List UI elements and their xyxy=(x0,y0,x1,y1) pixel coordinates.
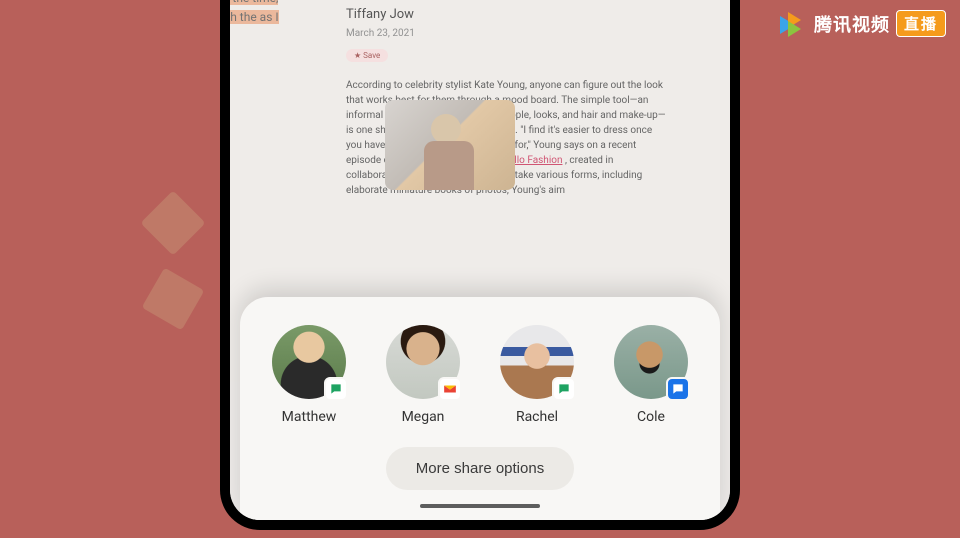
picture-in-picture-video[interactable] xyxy=(385,100,515,190)
video-watermark: 腾讯视频 直播 xyxy=(780,10,946,37)
navigation-handle[interactable] xyxy=(420,504,540,508)
share-contact-megan[interactable]: Megan xyxy=(373,325,473,425)
share-sheet: Matthew Megan xyxy=(240,297,720,520)
article-date: March 23, 2021 xyxy=(346,28,704,39)
contact-name: Matthew xyxy=(282,409,337,425)
save-button[interactable]: ★ Save xyxy=(346,49,388,62)
chat-icon xyxy=(666,377,690,401)
article-sidebar-snippet: some bumper each to the time, wall with … xyxy=(230,0,280,47)
share-contact-matthew[interactable]: Matthew xyxy=(259,325,359,425)
contact-name: Cole xyxy=(637,409,665,425)
gmail-icon xyxy=(438,377,462,401)
background-decoration xyxy=(150,200,230,340)
watermark-brand: 腾讯视频 xyxy=(814,11,890,37)
phone-screen: some bumper each to the time, wall with … xyxy=(230,0,730,520)
share-contact-cole[interactable]: Cole xyxy=(601,325,701,425)
live-badge: 直播 xyxy=(896,10,946,37)
more-share-options-button[interactable]: More share options xyxy=(386,447,574,490)
contact-name: Megan xyxy=(402,409,445,425)
phone-frame: some bumper each to the time, wall with … xyxy=(220,0,740,530)
article-author: Tiffany Jow xyxy=(346,7,704,22)
share-contact-rachel[interactable]: Rachel xyxy=(487,325,587,425)
tencent-video-logo-icon xyxy=(780,12,808,36)
contact-name: Rachel xyxy=(516,409,558,425)
messages-icon xyxy=(324,377,348,401)
messages-icon xyxy=(552,377,576,401)
share-contacts-row: Matthew Megan xyxy=(256,325,704,425)
